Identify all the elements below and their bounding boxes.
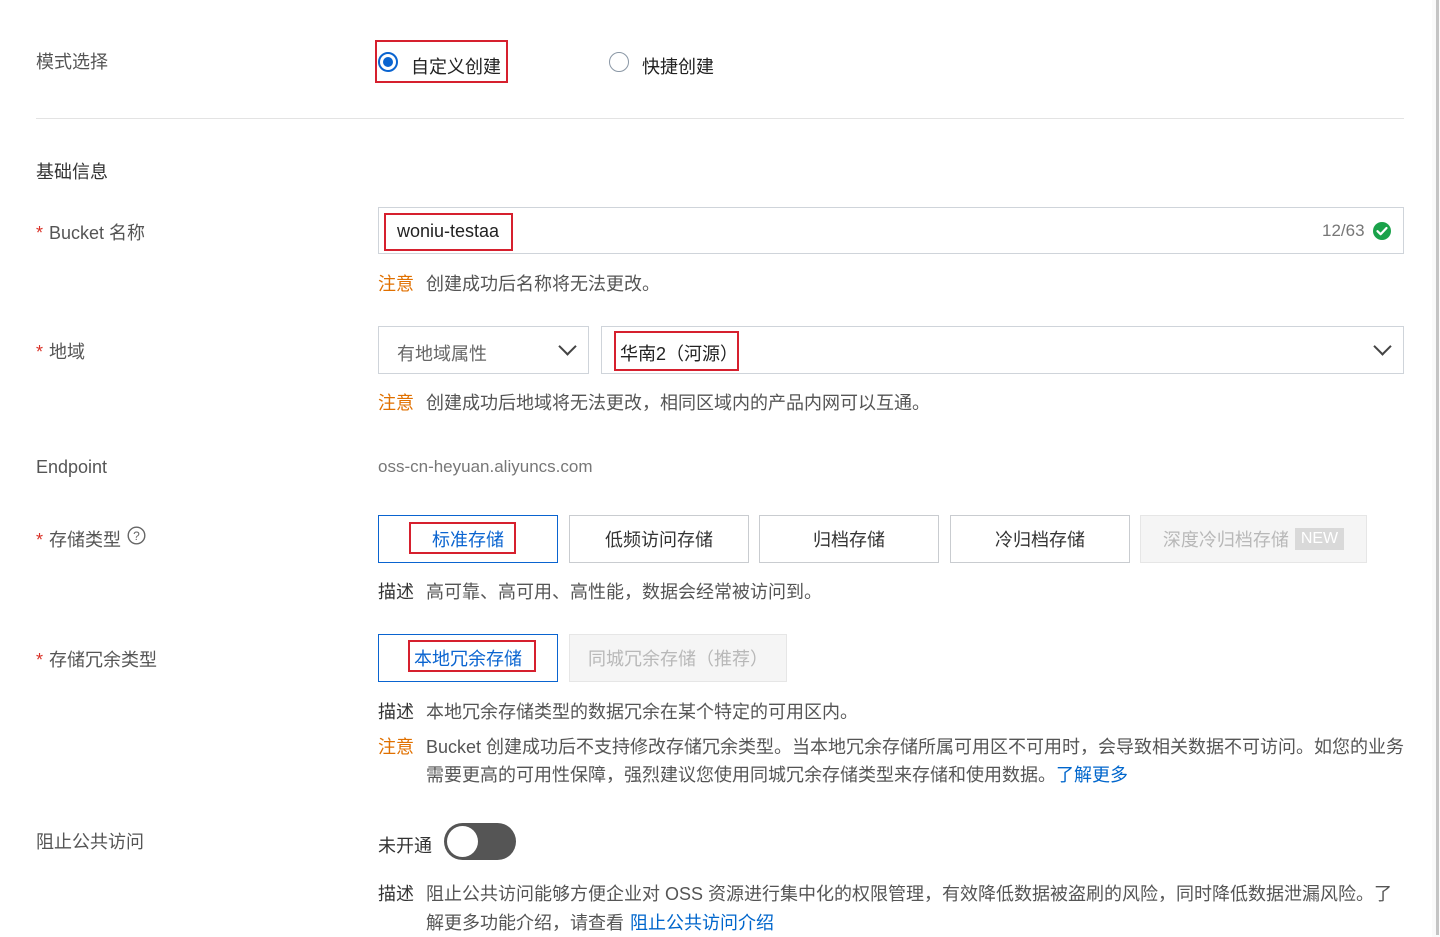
bucket-name-label: * Bucket 名称 bbox=[36, 223, 146, 243]
public-access-toggle[interactable] bbox=[444, 823, 516, 860]
public-access-intro-link[interactable]: 阻止公共访问介绍 bbox=[630, 913, 774, 933]
storage-class-label: * 存储类型 bbox=[36, 530, 122, 550]
public-access-label: 阻止公共访问 bbox=[36, 832, 144, 852]
redundancy-note-line2: 需要更高的可用性保障，强烈建议您使用同城冗余存储类型来存储和使用数据。了解更多 bbox=[426, 765, 1128, 785]
region-attribute-value: 有地域属性 bbox=[397, 344, 487, 364]
region-select-value: 华南2（河源） bbox=[620, 344, 739, 364]
storage-class-desc: 描述 高可靠、高可用、高性能，数据会经常被访问到。 bbox=[378, 582, 822, 602]
storage-standard-highlight bbox=[409, 522, 516, 554]
bucket-name-input[interactable] bbox=[378, 207, 1404, 254]
redundancy-lrs-highlight bbox=[408, 640, 536, 672]
divider bbox=[36, 118, 1404, 119]
bucket-name-value: woniu-testaa bbox=[397, 221, 500, 241]
learn-more-link[interactable]: 了解更多 bbox=[1056, 765, 1128, 785]
public-access-desc-line1: 阻止公共访问能够方便企业对 OSS 资源进行集中化的权限管理，有效降低数据被盗刷… bbox=[426, 884, 1393, 904]
bucket-name-note: 注意 创建成功后名称将无法更改。 bbox=[378, 274, 660, 294]
region-label: * 地域 bbox=[36, 342, 86, 362]
public-access-desc-key: 描述 bbox=[378, 884, 414, 904]
help-icon[interactable]: ? bbox=[127, 526, 147, 546]
toggle-state-label: 未开通 bbox=[378, 836, 432, 856]
storage-archive-button[interactable]: 归档存储 bbox=[759, 515, 939, 563]
storage-cold-archive-button[interactable]: 冷归档存储 bbox=[950, 515, 1130, 563]
char-counter: 12/63 bbox=[1322, 221, 1365, 240]
check-circle-icon bbox=[1373, 222, 1391, 240]
endpoint-value: oss-cn-heyuan.aliyuncs.com bbox=[378, 457, 593, 476]
svg-text:?: ? bbox=[133, 529, 140, 543]
radio-quick-create[interactable] bbox=[609, 52, 629, 72]
scrollbar-thumb[interactable] bbox=[1436, 0, 1439, 935]
redundancy-note: 注意 bbox=[378, 737, 414, 757]
section-title-basic: 基础信息 bbox=[36, 162, 108, 182]
redundancy-desc: 描述 本地冗余存储类型的数据冗余在某个特定的可用区内。 bbox=[378, 702, 858, 722]
storage-ia-button[interactable]: 低频访问存储 bbox=[569, 515, 749, 563]
new-badge: NEW bbox=[1294, 528, 1345, 550]
region-note: 注意 创建成功后地域将无法更改，相同区域内的产品内网可以互通。 bbox=[378, 393, 930, 413]
radio-custom-create-label[interactable]: 自定义创建 bbox=[411, 53, 501, 79]
radio-quick-create-label[interactable]: 快捷创建 bbox=[642, 53, 714, 79]
endpoint-label: Endpoint bbox=[36, 457, 108, 477]
redundancy-label: * 存储冗余类型 bbox=[36, 650, 158, 670]
public-access-desc-line2: 解更多功能介绍，请查看 阻止公共访问介绍 bbox=[426, 913, 774, 933]
mode-label: 模式选择 bbox=[36, 52, 108, 72]
redundancy-zrs-button: 同城冗余存储（推荐） bbox=[569, 634, 787, 682]
radio-custom-create[interactable] bbox=[378, 52, 398, 72]
storage-deep-cold-archive-button: 深度冷归档存储 NEW bbox=[1140, 515, 1367, 563]
redundancy-note-line1: Bucket 创建成功后不支持修改存储冗余类型。当本地冗余存储所属可用区不可用时… bbox=[426, 737, 1405, 757]
